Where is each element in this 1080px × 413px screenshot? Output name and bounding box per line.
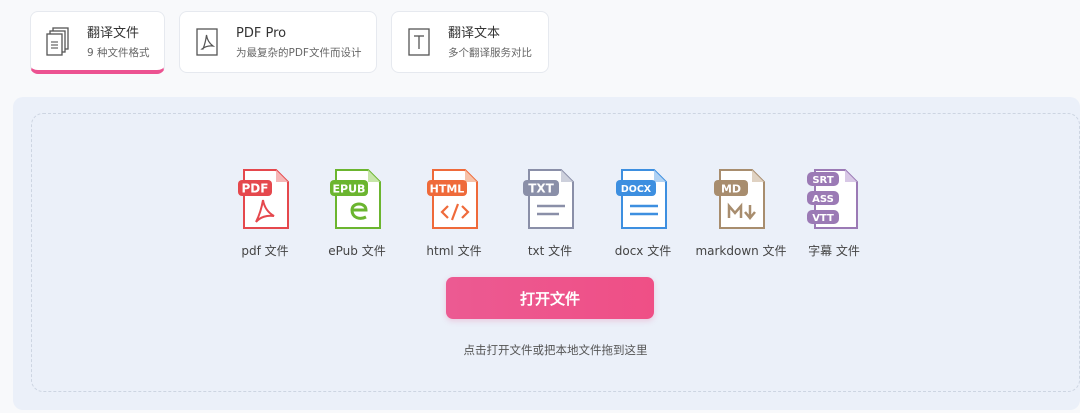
- subtitle-file-icon: SRT ASS VTT: [807, 169, 858, 229]
- format-badge: HTML: [430, 183, 465, 196]
- tab-translate-text[interactable]: 翻译文本 多个翻译服务对比: [391, 11, 549, 73]
- tab-subtitle: 多个翻译服务对比: [448, 47, 532, 59]
- file-dropzone[interactable]: PDF pdf 文件 EPUB ePub 文件 HTML html 文件 TXT…: [31, 113, 1080, 392]
- format-badge: PDF: [242, 182, 269, 196]
- tab-title: 翻译文件: [87, 26, 140, 41]
- format-badge: DOCX: [621, 184, 652, 195]
- tab-pdf-pro[interactable]: PDF Pro 为最复杂的PDF文件而设计: [179, 11, 377, 73]
- text-file-icon: [407, 27, 431, 57]
- format-markdown: MD markdown 文件: [691, 166, 791, 259]
- pdf-acrobat-icon: [195, 27, 219, 57]
- format-epub: EPUB ePub 文件: [307, 166, 407, 259]
- format-label: html 文件: [426, 244, 482, 258]
- format-label: markdown 文件: [695, 244, 787, 258]
- open-file-button[interactable]: 打开文件: [446, 277, 654, 319]
- tab-title: 翻译文本: [448, 26, 501, 41]
- format-badge: TXT: [528, 182, 554, 196]
- format-html: HTML html 文件: [404, 166, 504, 259]
- format-badge: ASS: [812, 194, 834, 205]
- tab-subtitle: 9 种文件格式: [87, 47, 150, 59]
- documents-icon: [46, 27, 70, 57]
- tab-subtitle: 为最复杂的PDF文件而设计: [236, 47, 362, 59]
- format-label: docx 文件: [614, 244, 672, 258]
- format-txt: TXT txt 文件: [500, 166, 600, 259]
- epub-file-icon: EPUB: [330, 169, 381, 229]
- docx-file-icon: DOCX: [616, 169, 667, 229]
- format-label: pdf 文件: [241, 244, 289, 258]
- format-pdf: PDF pdf 文件: [215, 166, 315, 259]
- format-subtitle: SRT ASS VTT 字幕 文件: [784, 166, 884, 259]
- tab-translate-file[interactable]: 翻译文件 9 种文件格式: [30, 11, 165, 74]
- upload-panel: PDF pdf 文件 EPUB ePub 文件 HTML html 文件 TXT…: [13, 97, 1080, 410]
- format-badge: VTT: [812, 213, 834, 224]
- format-label: txt 文件: [527, 244, 573, 258]
- markdown-file-icon: MD: [714, 169, 765, 229]
- format-badge: SRT: [812, 175, 833, 186]
- format-label: 字幕 文件: [808, 244, 860, 258]
- tab-title: PDF Pro: [236, 26, 287, 41]
- pdf-file-icon: PDF: [238, 169, 289, 229]
- drop-hint: 点击打开文件或把本地文件拖到这里: [463, 343, 648, 357]
- format-label: ePub 文件: [328, 244, 386, 258]
- html-file-icon: HTML: [427, 169, 478, 229]
- format-docx: DOCX docx 文件: [593, 166, 693, 259]
- format-badge: EPUB: [333, 183, 366, 196]
- format-badge: MD: [721, 183, 741, 196]
- txt-file-icon: TXT: [523, 169, 574, 229]
